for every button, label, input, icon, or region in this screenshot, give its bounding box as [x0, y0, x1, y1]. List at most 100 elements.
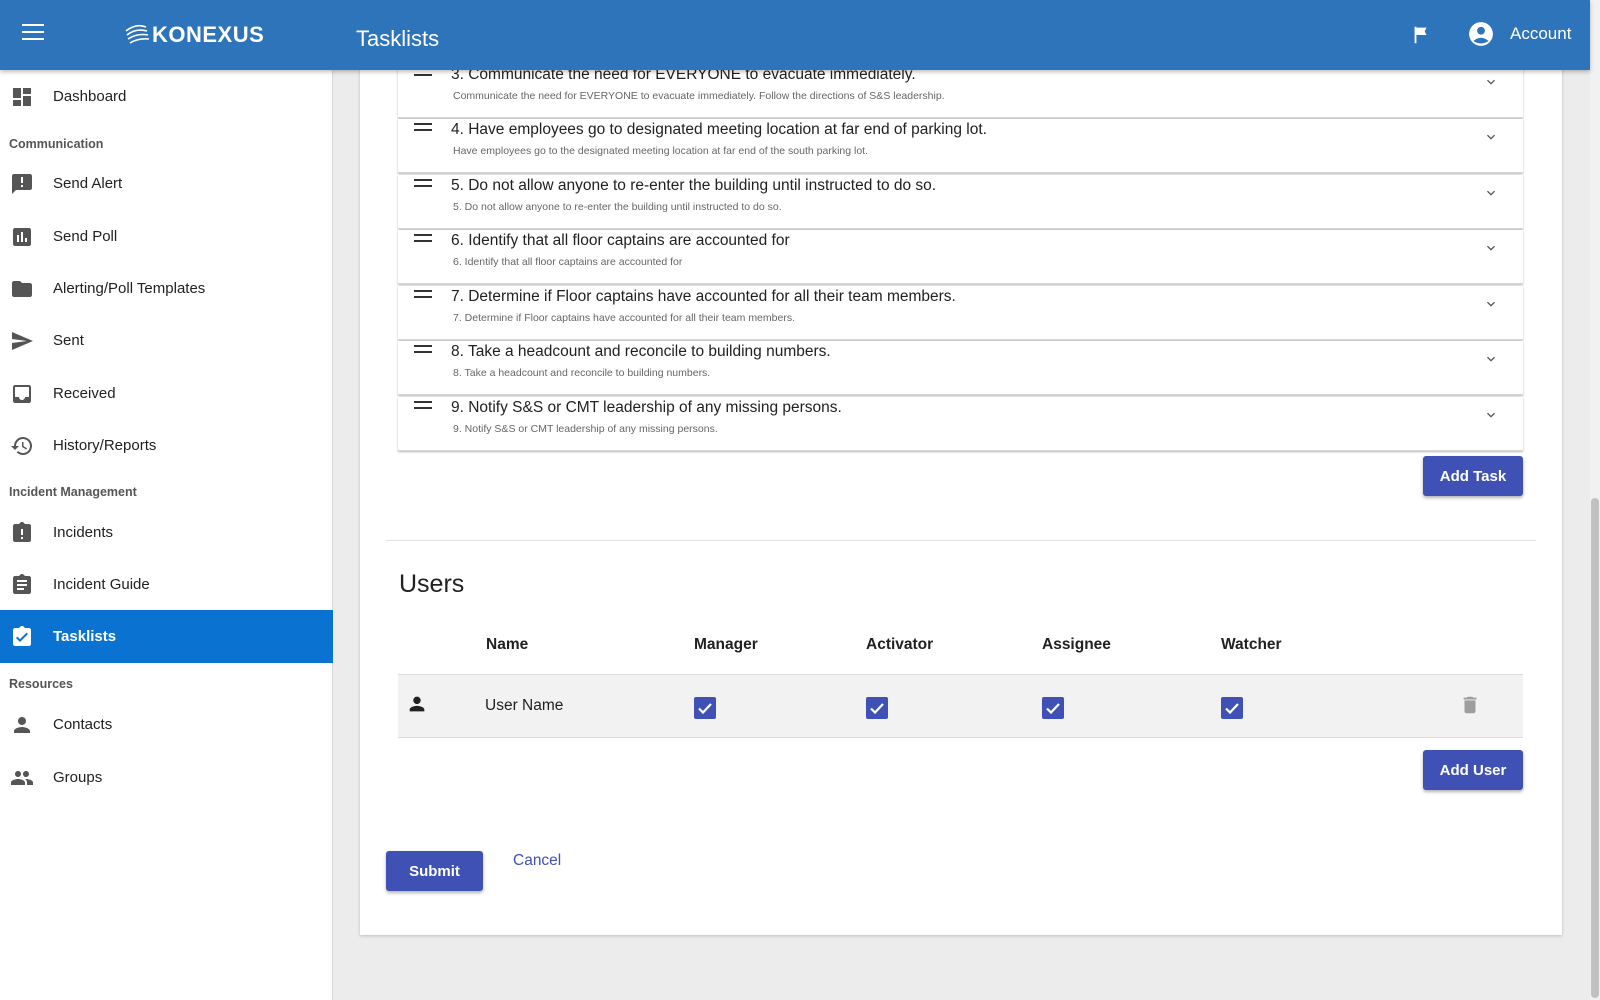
sidebar-item-tasklists[interactable]: Tasklists [0, 610, 333, 663]
sidebar-item-label: Dashboard [53, 88, 127, 105]
task-title: 7. Determine if Floor captains have acco… [451, 288, 956, 305]
person-icon [409, 696, 425, 712]
poll-icon [13, 228, 31, 246]
tasklist-form-card: 3. Communicate the need for EVERYONE to … [360, 40, 1562, 935]
add-task-button[interactable]: Add Task [1423, 456, 1523, 496]
column-header-watcher[interactable]: Watcher [1221, 636, 1282, 654]
task-description: 7. Determine if Floor captains have acco… [453, 312, 795, 324]
section-header-communication: Communication [9, 137, 104, 151]
sidebar-item-send-poll[interactable]: Send Poll [0, 210, 333, 263]
top-app-bar: KONEXUS Tasklists Account [0, 0, 1590, 70]
sidebar-item-dashboard[interactable]: Dashboard [0, 70, 333, 123]
logo-mark-icon [125, 24, 150, 44]
sidebar-item-label: Sent [53, 332, 84, 349]
task-row[interactable]: 5. Do not allow anyone to re-enter the b… [398, 175, 1523, 229]
sidebar-item-sent[interactable]: Sent [0, 314, 333, 367]
sidebar-item-label: History/Reports [53, 437, 157, 454]
sidebar-item-contacts[interactable]: Contacts [0, 698, 333, 751]
menu-icon[interactable] [22, 24, 44, 42]
sidebar-item-label: Received [53, 385, 116, 402]
activator-checkbox[interactable] [866, 697, 888, 719]
sidebar-item-label: Groups [53, 769, 103, 786]
sidebar-item-label: Incidents [53, 524, 114, 541]
add-user-button[interactable]: Add User [1423, 750, 1523, 790]
column-header-manager[interactable]: Manager [694, 636, 758, 654]
table-row[interactable]: User Name [398, 674, 1523, 738]
task-row[interactable]: 4. Have employees go to designated meeti… [398, 119, 1523, 173]
task-row[interactable]: 6. Identify that all floor captains are … [398, 230, 1523, 284]
inbox-icon [13, 385, 31, 403]
task-description: Communicate the need for EVERYONE to eva… [453, 90, 945, 102]
assignee-checkbox[interactable] [1042, 697, 1064, 719]
clipboard-icon [13, 574, 31, 594]
drag-handle-icon[interactable] [414, 290, 432, 300]
task-title: 8. Take a headcount and reconcile to bui… [451, 343, 831, 360]
watcher-checkbox[interactable] [1221, 697, 1243, 719]
task-row[interactable]: 7. Determine if Floor captains have acco… [398, 286, 1523, 340]
chevron-down-icon[interactable] [1483, 296, 1499, 312]
page-title: Tasklists [356, 26, 440, 51]
chevron-down-icon[interactable] [1483, 129, 1499, 145]
drag-handle-icon[interactable] [414, 179, 432, 189]
task-title: 6. Identify that all floor captains are … [451, 232, 790, 249]
chevron-down-icon[interactable] [1483, 74, 1499, 90]
sidebar-item-label: Tasklists [53, 628, 117, 645]
column-header-name[interactable]: Name [486, 636, 528, 654]
sidebar-item-groups[interactable]: Groups [0, 751, 333, 804]
drag-handle-icon[interactable] [414, 234, 432, 244]
dashboard-icon [13, 88, 31, 106]
account-button[interactable]: Account [1468, 21, 1571, 47]
sidebar-item-label: Incident Guide [53, 576, 150, 593]
task-description: 9. Notify S&S or CMT leadership of any m… [453, 423, 718, 435]
incident-icon [13, 522, 31, 542]
column-header-assignee[interactable]: Assignee [1042, 636, 1111, 654]
task-row[interactable]: 3. Communicate the need for EVERYONE to … [398, 64, 1523, 118]
account-circle-icon [1469, 22, 1493, 46]
clipboard-check-icon [13, 626, 31, 646]
chevron-down-icon[interactable] [1483, 351, 1499, 367]
task-row[interactable]: 9. Notify S&S or CMT leadership of any m… [398, 397, 1523, 451]
send-icon [12, 332, 33, 350]
submit-button[interactable]: Submit [386, 851, 483, 891]
folder-icon [12, 281, 32, 297]
cancel-button[interactable]: Cancel [513, 852, 561, 870]
account-label: Account [1510, 24, 1572, 43]
chevron-down-icon[interactable] [1483, 185, 1499, 201]
chevron-down-icon[interactable] [1483, 407, 1499, 423]
sidebar-item-received[interactable]: Received [0, 367, 333, 420]
sidebar-item-label: Alerting/Poll Templates [53, 280, 206, 297]
task-description: 5. Do not allow anyone to re-enter the b… [453, 201, 782, 213]
sidebar-item-label: Contacts [53, 716, 113, 733]
sidebar: Dashboard Communication Send Alert Send … [0, 70, 333, 1000]
task-title: 5. Do not allow anyone to re-enter the b… [451, 177, 937, 194]
drag-handle-icon[interactable] [414, 345, 432, 355]
scrollbar-thumb[interactable] [1591, 498, 1599, 998]
sidebar-item-alerting-poll-templates[interactable]: Alerting/Poll Templates [0, 262, 333, 315]
sidebar-item-incident-guide[interactable]: Incident Guide [0, 558, 333, 611]
user-name: User Name [485, 697, 564, 714]
section-header-incident-management: Incident Management [9, 485, 137, 499]
users-heading: Users [399, 570, 465, 598]
drag-handle-icon[interactable] [414, 401, 432, 411]
flag-icon[interactable] [1410, 24, 1432, 46]
konexus-logo[interactable]: KONEXUS [124, 20, 264, 50]
logo-text: KONEXUS [152, 22, 265, 47]
drag-handle-icon[interactable] [414, 123, 432, 133]
alert-message-icon [12, 174, 32, 194]
sidebar-item-incidents[interactable]: Incidents [0, 506, 333, 559]
task-row[interactable]: 8. Take a headcount and reconcile to bui… [398, 341, 1523, 395]
sidebar-item-label: Send Alert [53, 175, 123, 192]
column-header-activator[interactable]: Activator [866, 636, 933, 654]
trash-icon[interactable] [1459, 693, 1481, 717]
section-header-resources: Resources [9, 677, 73, 691]
sidebar-item-label: Send Poll [53, 228, 118, 245]
person-icon [14, 717, 30, 733]
chevron-down-icon[interactable] [1483, 240, 1499, 256]
sidebar-item-send-alert[interactable]: Send Alert [0, 157, 333, 210]
section-divider [386, 540, 1536, 541]
sidebar-item-history-reports[interactable]: History/Reports [0, 419, 333, 472]
task-description: Have employees go to the designated meet… [453, 145, 869, 157]
history-icon [11, 437, 32, 455]
task-title: 9. Notify S&S or CMT leadership of any m… [451, 399, 842, 416]
manager-checkbox[interactable] [694, 697, 716, 719]
